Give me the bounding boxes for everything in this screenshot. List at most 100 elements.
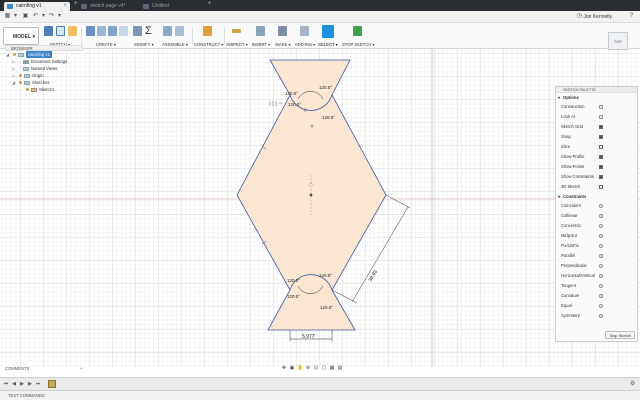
constraint-icon[interactable] [599, 304, 603, 308]
center-point[interactable] [309, 193, 313, 197]
joint-icon[interactable] [175, 26, 184, 36]
close-tab-icon[interactable]: × [63, 2, 67, 11]
loft-icon[interactable] [119, 26, 128, 36]
constraint-icon[interactable] [599, 314, 603, 318]
constraint-icon[interactable] [599, 274, 603, 278]
construct-group[interactable]: CONSTRUCT ▾ [194, 25, 223, 47]
text-commands-bar[interactable]: TEXT COMMANDS [0, 390, 640, 400]
angle-dim-top-mid[interactable]: 120.0° [288, 102, 301, 107]
constraint-row[interactable]: Collinear [556, 211, 637, 221]
collapse-arrow-icon[interactable]: ◢ [12, 79, 15, 86]
option-row[interactable]: Show Constraints [556, 172, 637, 182]
option-row[interactable]: Sketch Grid [556, 122, 637, 132]
visibility-bulb-icon[interactable] [19, 74, 22, 77]
expand-arrow-icon[interactable]: ▷ [12, 58, 15, 65]
redo-icon[interactable]: ↷ [48, 13, 55, 20]
data-panel-icon[interactable]: ▦ [4, 13, 11, 20]
option-checkbox[interactable] [599, 125, 603, 129]
dim-side[interactable]: 39.93 [368, 269, 380, 283]
collapse-arrow-icon[interactable]: ◢ [6, 51, 9, 58]
stop-sketch-icon[interactable] [353, 26, 362, 36]
fit-icon[interactable]: ⊡ [313, 365, 319, 371]
scripts-icon[interactable] [300, 26, 309, 36]
angle-dim-top-lower[interactable]: 120.0° [322, 115, 335, 120]
insert-image-icon[interactable] [256, 26, 265, 36]
tab-untitled[interactable]: Untitled [140, 2, 204, 11]
measure-icon[interactable] [232, 29, 241, 33]
undo-icon[interactable]: ↶ [32, 13, 39, 20]
browser-item-named-views[interactable]: ▷ Named Views [5, 65, 83, 72]
angle-dim-top-left[interactable]: 120.0° [285, 91, 298, 96]
stop-sketch-button[interactable]: Stop Sketch [605, 331, 635, 339]
comments-panel[interactable]: COMMENTS + [5, 366, 85, 372]
timeline-back-icon[interactable]: ◀ [11, 381, 17, 387]
constraint-icon[interactable] [599, 204, 603, 208]
view-cube[interactable]: TOP [608, 32, 628, 50]
design-canvas[interactable]: 120.0° 120.0° 120.0° 120.0° 120.0° 120.0… [0, 49, 640, 367]
workspace-switcher[interactable]: MODEL [3, 27, 39, 46]
constraint-icon[interactable] [599, 224, 603, 228]
visibility-bulb-icon[interactable] [19, 81, 22, 84]
angle-dim-top-right[interactable]: 120.0° [319, 85, 332, 90]
display-settings-icon[interactable]: ▢ [321, 365, 327, 371]
constraint-icon[interactable] [599, 284, 603, 288]
option-checkbox[interactable] [599, 155, 603, 159]
rectangle-icon[interactable] [68, 26, 77, 36]
angle-dim-bottom-right[interactable]: 120.0° [319, 273, 332, 278]
line-icon[interactable] [56, 26, 65, 36]
option-row[interactable]: Snap [556, 132, 637, 142]
option-checkbox[interactable] [599, 135, 603, 139]
timeline-end-icon[interactable]: ⏭ [35, 381, 41, 387]
constraint-row[interactable]: Curvature [556, 291, 637, 301]
constraint-icon[interactable] [599, 264, 603, 268]
angle-dim-bottom-left[interactable]: 120.0° [287, 278, 300, 283]
constraint-row[interactable]: Horizontal/Vertical [556, 271, 637, 281]
browser-item-origin[interactable]: ▷ Origin [5, 72, 83, 79]
constraint-row[interactable]: Coincident [556, 201, 637, 211]
viewports-icon[interactable]: ▤ [337, 365, 343, 371]
angle-dim-bottom-lower[interactable]: 120.0° [320, 305, 333, 310]
press-pull-icon[interactable] [133, 26, 142, 36]
constraint-row[interactable]: Parallel [556, 251, 637, 261]
sketch-drawing[interactable]: 120.0° 120.0° 120.0° 120.0° 120.0° 120.0… [0, 49, 640, 367]
redo-menu-icon[interactable]: ▾ [56, 13, 63, 20]
constraint-row[interactable]: Concentric [556, 221, 637, 231]
timeline-play-icon[interactable]: ▶ [19, 381, 25, 387]
expand-arrow-icon[interactable]: ▷ [12, 72, 15, 79]
option-checkbox[interactable] [599, 185, 603, 189]
sweep-icon[interactable] [108, 26, 117, 36]
inspect-group[interactable]: INSPECT ▾ [226, 25, 248, 47]
insert-group[interactable]: INSERT ▾ [250, 25, 272, 47]
option-icon[interactable] [599, 105, 603, 109]
angle-dim-bottom-mid[interactable]: 120.0° [287, 294, 300, 299]
stop-sketch-group[interactable]: STOP SKETCH ▾ [342, 25, 375, 47]
timeline-forward-icon[interactable]: ▶ [27, 381, 33, 387]
select-cursor-icon[interactable] [322, 25, 334, 38]
pan-icon[interactable]: ✋ [297, 365, 303, 371]
tab-add-icon[interactable]: + [74, 1, 78, 7]
offset-plane-icon[interactable] [203, 26, 212, 36]
3d-print-icon[interactable] [278, 26, 287, 36]
zoom-icon[interactable]: ⊕ [305, 365, 311, 371]
browser-item-sketch1[interactable]: Sketch1 [5, 86, 83, 93]
make-group[interactable]: MAKE ▾ [274, 25, 292, 47]
constraint-row[interactable]: Midpoint [556, 231, 637, 241]
option-checkbox[interactable] [599, 165, 603, 169]
add-comment-icon[interactable]: + [80, 366, 82, 372]
visibility-bulb-icon[interactable] [26, 88, 29, 91]
browser-item-root[interactable]: ◢ cairnfing v1 [5, 51, 83, 58]
timeline-start-icon[interactable]: ⏮ [3, 381, 9, 387]
option-row[interactable]: Show Points [556, 162, 637, 172]
constraint-icon[interactable] [599, 244, 603, 248]
constraint-row[interactable]: Symmetry [556, 311, 637, 321]
option-checkbox[interactable] [599, 145, 603, 149]
option-row[interactable]: Construction [556, 102, 637, 112]
dim-bottom[interactable]: 5.977 [302, 334, 315, 340]
constraint-icon[interactable] [599, 294, 603, 298]
sum-icon[interactable]: Σ [145, 26, 154, 37]
modify-group[interactable]: Σ MODIFY ▾ [132, 25, 156, 47]
grid-settings-icon[interactable]: ▦ [329, 365, 335, 371]
save-icon[interactable]: ▣ [22, 13, 29, 20]
sketch-group[interactable]: SKETCH ▾ [42, 25, 78, 47]
option-row[interactable]: Show Profile [556, 152, 637, 162]
